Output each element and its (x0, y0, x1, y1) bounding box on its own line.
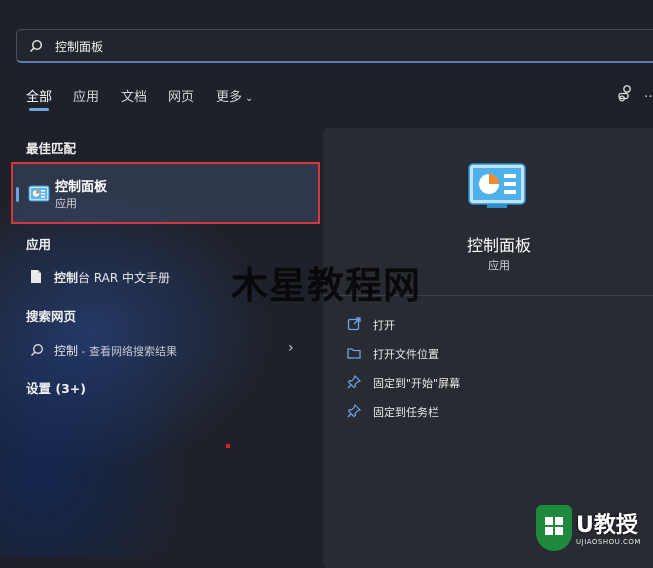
web-result-query: 控制 (54, 344, 79, 358)
details-pane: 控制面板 应用 打开 打开文件位置 固定到"开始"屏幕 固定到任务栏 (323, 128, 653, 568)
account-icon[interactable] (616, 84, 634, 104)
red-dot-marker (226, 444, 230, 448)
shield-icon (536, 505, 572, 551)
action-pin-to-taskbar-label: 固定到任务栏 (373, 406, 439, 419)
logo-text: U教授 (576, 513, 638, 538)
section-best-match: 最佳匹配 (26, 141, 77, 156)
section-web-search: 搜索网页 (26, 309, 77, 324)
tab-more-label: 更多 (216, 90, 243, 105)
search-box[interactable]: 控制面板 (16, 29, 653, 63)
app-result-match: 控制 (54, 271, 79, 285)
tab-apps[interactable]: 应用 (73, 86, 99, 105)
selection-indicator (16, 187, 19, 202)
control-panel-large-icon (467, 162, 527, 214)
details-app-name: 控制面板 (466, 236, 531, 255)
open-external-icon (347, 316, 361, 335)
section-settings[interactable]: 设置 (3+) (26, 378, 86, 397)
action-open-file-location[interactable]: 打开文件位置 (347, 343, 597, 365)
search-input[interactable]: 控制面板 (55, 38, 103, 55)
action-pin-to-start[interactable]: 固定到"开始"屏幕 (347, 372, 597, 394)
action-pin-to-start-label: 固定到"开始"屏幕 (373, 377, 461, 390)
chevron-right-icon[interactable]: › (288, 340, 294, 356)
more-options-button[interactable]: … (644, 86, 653, 101)
action-pin-to-taskbar[interactable]: 固定到任务栏 (347, 401, 597, 423)
section-apps: 应用 (26, 237, 52, 252)
action-open-label: 打开 (373, 319, 395, 332)
tab-documents[interactable]: 文档 (121, 86, 147, 105)
tab-web[interactable]: 网页 (168, 86, 194, 105)
tab-all[interactable]: 全部 (26, 86, 52, 111)
pin-icon (347, 403, 362, 422)
best-match-type: 应用 (55, 197, 77, 210)
chevron-down-icon: ⌄ (245, 93, 254, 104)
search-icon (29, 38, 43, 57)
best-match-result[interactable]: 控制面板 应用 (11, 162, 320, 224)
web-result-suffix: - 查看网络搜索结果 (78, 345, 177, 358)
control-panel-icon (28, 184, 50, 208)
folder-icon (347, 345, 361, 364)
action-open[interactable]: 打开 (347, 314, 597, 336)
watermark-text: 木星教程网 (231, 264, 421, 307)
app-result-rest: 台 RAR 中文手册 (78, 271, 171, 285)
document-icon (30, 269, 42, 288)
ujiaoshou-logo: U教授 UJIAOSHOU.COM (536, 505, 653, 557)
action-open-file-location-label: 打开文件位置 (373, 348, 439, 361)
pin-icon (347, 374, 362, 393)
best-match-name: 控制面板 (55, 180, 108, 195)
web-result-item[interactable]: 控制 - 查看网络搜索结果 › (26, 338, 306, 362)
logo-subtext: UJIAOSHOU.COM (576, 538, 641, 546)
tab-more[interactable]: 更多 ⌄ (216, 86, 253, 105)
search-icon (30, 342, 44, 361)
